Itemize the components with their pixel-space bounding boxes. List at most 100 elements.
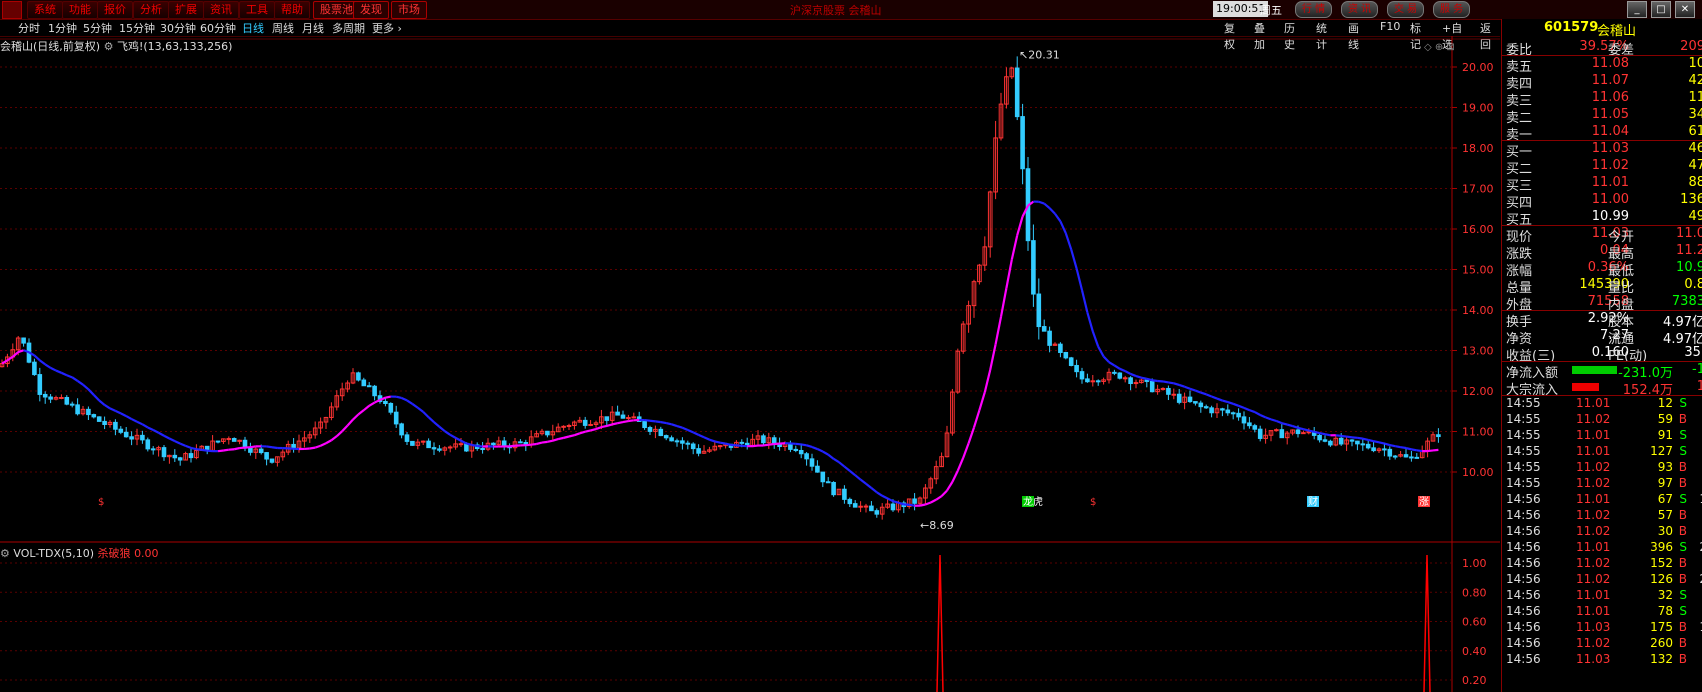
ma-line-segment bbox=[1384, 442, 1391, 447]
candle-body bbox=[372, 385, 377, 397]
ma-line-segment bbox=[1010, 235, 1019, 260]
period-tab-8[interactable]: 月线 bbox=[302, 20, 324, 36]
row-value2: 7383 bbox=[1671, 294, 1702, 309]
kline-chart[interactable]: 20.00 19.00 18.00 17.00 16.00 15.00 14.00 13.00… bbox=[0, 36, 1500, 692]
tool-button-5[interactable]: F10 bbox=[1380, 20, 1400, 33]
top-button-0[interactable]: 行 情 bbox=[1295, 1, 1333, 18]
tick-row: 14:5611.01396S2 bbox=[1504, 540, 1702, 556]
ma-line-segment bbox=[1108, 361, 1115, 367]
period-tab-9[interactable]: 多周期 bbox=[332, 20, 365, 36]
period-tab-10[interactable]: 更多 › bbox=[372, 20, 402, 36]
tick-price: 11.01 bbox=[1576, 428, 1611, 442]
period-tab-4[interactable]: 30分钟 bbox=[160, 20, 196, 36]
candle-body bbox=[669, 437, 674, 442]
candle-body bbox=[258, 448, 264, 454]
menu-item-3[interactable]: 分析 bbox=[133, 1, 169, 19]
settings-icon[interactable]: ⚙ bbox=[0, 547, 10, 560]
tick-side: S bbox=[1679, 540, 1687, 554]
candle-body bbox=[582, 419, 588, 426]
ma-line-segment bbox=[66, 374, 73, 379]
menu-item-10[interactable]: 市场 bbox=[391, 1, 427, 19]
top-button-3[interactable]: 服 务 bbox=[1433, 1, 1471, 18]
ma-line-segment bbox=[595, 426, 602, 431]
candle-body bbox=[32, 361, 37, 376]
event-mark[interactable]: $ bbox=[98, 497, 104, 508]
menu-item-6[interactable]: 工具 bbox=[239, 1, 275, 19]
event-mark[interactable]: 龙虎 bbox=[1023, 495, 1043, 508]
candle-body bbox=[1058, 343, 1063, 353]
tick-row: 14:56 11.01 78 S bbox=[1504, 604, 1702, 620]
minimize-icon[interactable]: _ bbox=[1627, 1, 1647, 18]
ma-line-segment bbox=[649, 419, 656, 423]
ma-line-segment bbox=[870, 487, 878, 494]
stock-header: 601579 会稽山 bbox=[1502, 19, 1702, 39]
ma-line-segment bbox=[525, 443, 532, 447]
candle-body bbox=[1349, 439, 1355, 442]
menu-item-4[interactable]: 扩展 bbox=[168, 1, 204, 19]
candle-body bbox=[129, 436, 134, 440]
menu-item-2[interactable]: 报价 bbox=[97, 1, 133, 19]
tick-time: 14:55 bbox=[1506, 476, 1541, 490]
tick-volume: 396 bbox=[1650, 540, 1673, 554]
tick-time: 14:56 bbox=[1506, 524, 1541, 538]
ma-line-segment bbox=[579, 430, 586, 435]
tick-volume: 78 bbox=[1657, 604, 1673, 618]
candle-body bbox=[248, 447, 253, 453]
period-tab-5[interactable]: 60分钟 bbox=[200, 20, 236, 36]
candle-body bbox=[1144, 379, 1150, 382]
ask-row: 卖二 11.05 34 bbox=[1504, 107, 1702, 126]
row-value2: 47 bbox=[1688, 158, 1702, 173]
tick-side: S bbox=[1679, 604, 1687, 618]
ma-line-segment bbox=[590, 428, 597, 432]
ma-line-segment bbox=[709, 438, 716, 443]
event-mark[interactable]: 财 bbox=[1308, 495, 1318, 508]
weibi-row: 委比 39.57% 委差 209 bbox=[1504, 39, 1702, 58]
period-tab-7[interactable]: 周线 bbox=[272, 20, 294, 36]
ma-line-segment bbox=[806, 444, 813, 449]
candle-body bbox=[48, 396, 53, 400]
ma-line-segment bbox=[1254, 411, 1261, 416]
ma-line-segment bbox=[876, 491, 883, 497]
top-button-2[interactable]: 交 易 bbox=[1387, 1, 1425, 18]
period-tab-0[interactable]: 分时 bbox=[18, 20, 40, 36]
candle-body bbox=[480, 448, 485, 451]
menu-item-1[interactable]: 功能 bbox=[62, 1, 98, 19]
row-value2: 10.9 bbox=[1676, 260, 1702, 275]
candle-body bbox=[696, 448, 701, 454]
candle-body bbox=[1209, 407, 1214, 414]
event-mark[interactable]: $ bbox=[1090, 497, 1096, 508]
ask-row: 卖四 11.07 42 bbox=[1504, 73, 1702, 92]
period-tab-2[interactable]: 5分钟 bbox=[83, 20, 112, 36]
period-tab-1[interactable]: 1分钟 bbox=[48, 20, 77, 36]
chart-option-icon[interactable]: ◇ ⊕ ⊠ bbox=[1424, 42, 1455, 53]
stat-row: 外盘 71558 内盘 7383 bbox=[1504, 294, 1702, 313]
menu-item-5[interactable]: 资讯 bbox=[203, 1, 239, 19]
ma-line-segment bbox=[919, 503, 926, 507]
stock-code: 601579 bbox=[1544, 20, 1599, 35]
ma-line-segment bbox=[427, 416, 435, 423]
tick-side: S bbox=[1679, 492, 1687, 506]
period-tab-3[interactable]: 15分钟 bbox=[119, 20, 155, 36]
top-button-1[interactable]: 资 讯 bbox=[1341, 1, 1379, 18]
row-value: 11.04 bbox=[1591, 124, 1629, 139]
event-mark[interactable]: 涨 bbox=[1419, 496, 1429, 508]
period-tab-6[interactable]: 日线 bbox=[242, 20, 264, 36]
menu-item-9[interactable]: 发现 bbox=[353, 1, 389, 19]
tick-price: 11.01 bbox=[1576, 540, 1611, 554]
menu-item-7[interactable]: 帮助 bbox=[274, 1, 310, 19]
ma-line-segment bbox=[881, 494, 889, 500]
candle-body bbox=[96, 416, 102, 422]
candle-body bbox=[1301, 432, 1306, 435]
settings-icon[interactable]: ⚙ bbox=[104, 40, 114, 53]
tick-volume: 59 bbox=[1657, 412, 1673, 426]
ma-line-segment bbox=[1265, 416, 1272, 421]
maximize-icon[interactable]: □ bbox=[1651, 1, 1671, 18]
candle-body bbox=[680, 440, 685, 444]
flow-bar bbox=[1572, 366, 1617, 374]
vol-tick-label: 0.20 bbox=[1462, 674, 1487, 687]
bid-row: 买一 11.03 46 bbox=[1504, 141, 1702, 160]
menu-item-0[interactable]: 系统 bbox=[27, 1, 63, 19]
tick-time: 14:55 bbox=[1506, 412, 1541, 426]
tick-side: B bbox=[1678, 524, 1687, 538]
close-icon[interactable]: ✕ bbox=[1675, 1, 1695, 18]
